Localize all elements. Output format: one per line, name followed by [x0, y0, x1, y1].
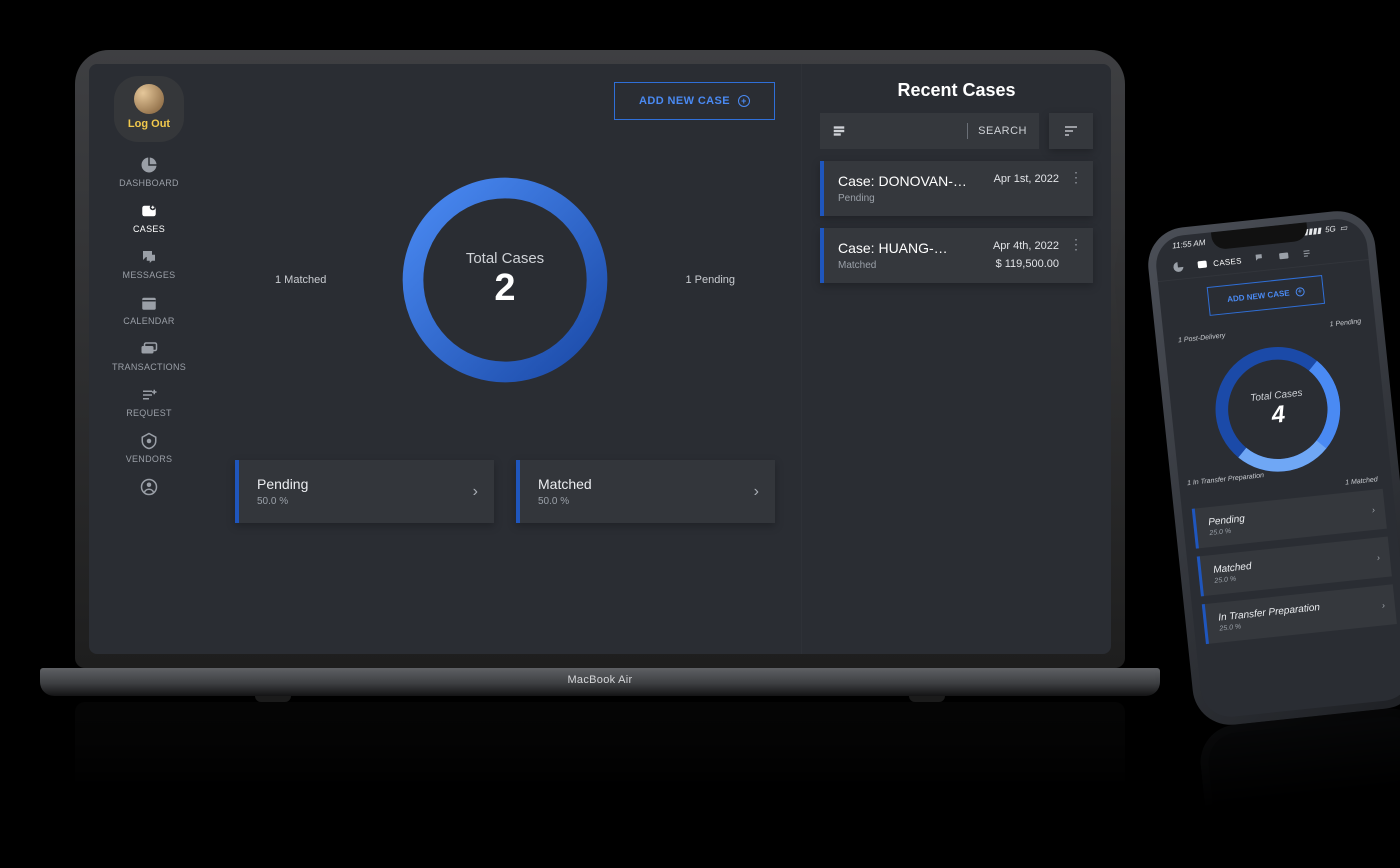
transactions-icon	[140, 340, 158, 358]
filter-icon	[832, 124, 846, 138]
cases-donut-chart: Total Cases 4 1 Post-Delivery 1 Pending …	[1171, 310, 1385, 510]
laptop-brand-label: MacBook Air	[40, 668, 1160, 686]
chevron-right-icon: ›	[1371, 505, 1375, 515]
chart-label-pending: 1 Pending	[1329, 318, 1361, 328]
sidebar: Log Out DASHBOARD CASES MESSAGES	[89, 64, 209, 654]
laptop-screen: Log Out DASHBOARD CASES MESSAGES	[89, 64, 1111, 654]
tab-request[interactable]	[1301, 247, 1314, 260]
sidebar-item-label: CALENDAR	[123, 316, 174, 326]
divider	[967, 123, 968, 139]
user-icon	[140, 478, 158, 496]
request-icon	[140, 386, 158, 404]
tab-cases[interactable]: CASES	[1196, 254, 1243, 271]
sidebar-item-label: MESSAGES	[123, 270, 176, 280]
recent-title: Recent Cases	[820, 80, 1093, 101]
recent-cases-panel: Recent Cases SEARCH	[801, 64, 1111, 654]
phone-mockup: 11:55 AM ▮▮▮▮ 5G ▭ CASES ADD NEW CASE	[1144, 207, 1400, 728]
main-content: ADD NEW CASE + Total Cases 2	[209, 64, 801, 654]
sidebar-item-label: CASES	[133, 224, 165, 234]
case-card[interactable]: Case: DONOVAN-… Pending Apr 1st, 2022 ⋮	[820, 161, 1093, 216]
tab-messages[interactable]	[1253, 252, 1266, 265]
plus-icon: +	[738, 95, 750, 107]
chart-label-pending: 1 Pending	[685, 274, 735, 286]
chevron-right-icon: ›	[1381, 600, 1385, 610]
more-icon[interactable]: ⋮	[1069, 175, 1083, 179]
chat-icon	[1253, 252, 1266, 265]
chart-total-value: 2	[494, 267, 515, 310]
laptop-frame: Log Out DASHBOARD CASES MESSAGES	[75, 50, 1125, 668]
calendar-icon	[140, 294, 158, 312]
cases-icon	[1196, 258, 1209, 271]
request-icon	[1301, 247, 1314, 260]
sidebar-item-cases[interactable]: CASES	[133, 202, 165, 234]
card-percent: 50.0 %	[538, 496, 757, 507]
case-status: Pending	[838, 193, 1079, 204]
vendors-icon	[140, 432, 158, 450]
chevron-right-icon: ›	[1376, 552, 1380, 562]
chat-icon	[140, 248, 158, 266]
tab-card[interactable]	[1277, 249, 1290, 262]
avatar-icon	[134, 84, 164, 114]
sidebar-item-vendors[interactable]: VENDORS	[126, 432, 173, 464]
chevron-right-icon: ›	[754, 483, 759, 501]
chart-label-matched: 1 Matched	[1345, 476, 1378, 486]
pie-chart-icon	[1172, 260, 1185, 273]
card-title: Pending	[257, 476, 476, 492]
sidebar-item-calendar[interactable]: CALENDAR	[123, 294, 174, 326]
chart-label-matched: 1 Matched	[275, 274, 326, 286]
button-label: ADD NEW CASE	[639, 95, 730, 107]
tab-label: CASES	[1213, 256, 1242, 268]
laptop-deck: MacBook Air	[40, 668, 1160, 696]
sidebar-item-label: REQUEST	[126, 408, 172, 418]
laptop-mockup: Log Out DASHBOARD CASES MESSAGES	[75, 50, 1125, 702]
cases-icon	[140, 202, 158, 220]
search-label: SEARCH	[978, 125, 1027, 137]
chevron-right-icon: ›	[473, 483, 478, 501]
add-new-case-button[interactable]: ADD NEW CASE +	[1207, 275, 1325, 316]
card-percent: 50.0 %	[257, 496, 476, 507]
logout-button[interactable]: Log Out	[128, 118, 170, 130]
chart-total-value: 4	[1251, 398, 1306, 431]
status-card-pending[interactable]: Pending 50.0 % ›	[235, 460, 494, 523]
network-label: 5G	[1325, 224, 1337, 234]
status-card-transfer[interactable]: In Transfer Preparation 25.0 % ›	[1202, 584, 1397, 644]
sidebar-item-request[interactable]: REQUEST	[126, 386, 172, 418]
case-amount: $ 119,500.00	[996, 258, 1059, 270]
user-chip[interactable]: Log Out	[114, 76, 184, 142]
status-time: 11:55 AM	[1172, 238, 1206, 250]
case-card[interactable]: Case: HUANG-… Matched Apr 4th, 2022 $ 11…	[820, 228, 1093, 283]
chart-label-postdelivery: 1 Post-Delivery	[1178, 332, 1226, 344]
sidebar-item-messages[interactable]: MESSAGES	[123, 248, 176, 280]
phone-frame: 11:55 AM ▮▮▮▮ 5G ▭ CASES ADD NEW CASE	[1144, 207, 1400, 728]
pie-chart-icon	[140, 156, 158, 174]
button-label: ADD NEW CASE	[1227, 288, 1290, 304]
cases-donut-chart: Total Cases 2 1 Matched 1 Pending	[235, 130, 775, 430]
sidebar-item-dashboard[interactable]: DASHBOARD	[119, 156, 179, 188]
battery-icon: ▭	[1339, 223, 1347, 233]
add-new-case-button[interactable]: ADD NEW CASE +	[614, 82, 775, 120]
card-icon	[1277, 249, 1290, 262]
phone-screen: 11:55 AM ▮▮▮▮ 5G ▭ CASES ADD NEW CASE	[1153, 216, 1400, 720]
sidebar-item-label: TRANSACTIONS	[112, 362, 186, 372]
case-date: Apr 4th, 2022	[993, 240, 1059, 252]
status-card-matched[interactable]: Matched 50.0 % ›	[516, 460, 775, 523]
card-title: Matched	[538, 476, 757, 492]
search-box[interactable]: SEARCH	[820, 113, 1039, 149]
tab-dashboard[interactable]	[1172, 260, 1185, 273]
plus-icon: +	[1295, 287, 1305, 297]
case-date: Apr 1st, 2022	[994, 173, 1059, 185]
more-icon[interactable]: ⋮	[1069, 242, 1083, 246]
sidebar-item-profile[interactable]	[140, 478, 158, 496]
sidebar-item-label: DASHBOARD	[119, 178, 179, 188]
chart-title: Total Cases	[466, 250, 544, 267]
sidebar-item-label: VENDORS	[126, 454, 173, 464]
sort-button[interactable]	[1049, 113, 1093, 149]
sidebar-item-transactions[interactable]: TRANSACTIONS	[112, 340, 186, 372]
sort-icon	[1063, 123, 1079, 139]
